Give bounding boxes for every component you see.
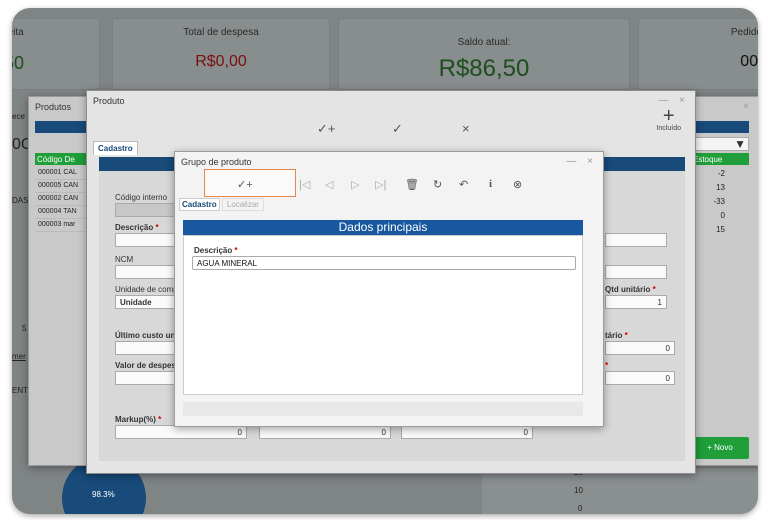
save-and-new-icon[interactable]: ✓+ [317,121,335,137]
saldo-card: Saldo atual: R$86,50 [338,18,630,90]
despesa-card: Total de despesa R$0,00 [112,18,330,90]
bg-fragment-ece: ece [12,112,25,121]
col-codigo[interactable]: Código [37,155,62,164]
bottom-strip [183,402,583,416]
incluido-button[interactable]: + Incluído [656,105,681,132]
plus-icon: + [662,105,675,127]
last-record-icon[interactable]: ▷| [375,178,386,191]
dados-principais-panel: Descrição * AGUA MINERAL [183,235,583,395]
unitario-field[interactable]: 0 [605,341,675,355]
descricao-input[interactable]: AGUA MINERAL [192,256,576,270]
qtd-unitario-field[interactable]: 1 [605,295,667,309]
right-select-1[interactable] [605,233,667,247]
dados-principais-header: Dados principais [183,220,583,235]
col-estoque[interactable]: Estoque [689,153,749,165]
estoque-cell: -33 [713,197,725,206]
estoque-cell: 13 [716,183,725,192]
receita-value: ,50 [12,53,25,73]
estoque-cell: 15 [716,225,725,234]
bar-chart-area [482,468,758,514]
axis-tick-0: 0 [578,504,583,513]
grupo-window-title: Grupo de produto [181,157,252,167]
tab-cadastro[interactable]: Cadastro [179,198,220,211]
saldo-label: Saldo atual: [457,37,511,48]
filter-icon[interactable]: ▼ [689,137,749,151]
receita-card: eceita ,50 [12,18,100,90]
grupo-window-controls[interactable]: — × [566,156,597,167]
close-circle-icon[interactable]: ⊗ [513,178,522,191]
bg-fragment-5: 5 [22,324,27,333]
second-required-mark: * [605,361,609,370]
pedidos-label: Pedidos [730,27,758,38]
pedidos-card: Pedidos 005 [638,18,758,90]
next-record-icon[interactable]: ▷ [351,178,359,191]
undo-icon[interactable]: ↶ [459,178,468,191]
previous-record-icon[interactable]: ◁ [325,178,333,191]
codigo-interno-field [115,203,177,217]
saldo-value: R$86,50 [438,55,530,82]
first-record-icon[interactable]: |◁ [299,178,310,191]
right-select-2[interactable] [605,265,667,279]
markup-field[interactable]: 0 [115,425,247,439]
delete-icon[interactable]: 🗑 [405,178,419,191]
estoque-values: -2 13 -33 0 15 [689,167,749,237]
save-and-new-icon[interactable]: ✓+ [237,178,253,191]
receita-label: eceita [12,27,24,38]
cancel-icon[interactable]: × [462,121,470,136]
unitario-label: tário * [605,331,628,340]
estoque-header-bar [689,121,749,133]
descricao-label: Descrição * [115,223,159,232]
incluido-label: Incluído [656,125,681,132]
app-frame: eceita ,50 Total de despesa R$0,00 Saldo… [12,8,758,514]
info-icon[interactable]: i [489,178,492,190]
refresh-icon[interactable]: ↻ [433,178,442,191]
save-icon[interactable]: ✓ [392,121,403,137]
produto-window-title: Produto [93,96,125,106]
pedidos-value: 005 [740,53,758,70]
grupo-produto-window: Grupo de produto — × ✓+ |◁ ◁ ▷ ▷| 🗑 ↻ ↶ … [174,151,604,427]
estoque-cell: 0 [720,211,725,220]
novo-button[interactable]: + Novo [691,437,749,459]
bg-fragment-das: DAS [12,196,29,205]
second-value-field[interactable]: 0 [605,371,675,385]
tab-localizar[interactable]: Localizar [221,198,264,211]
bg-fragment-ent: ENT [12,386,28,395]
ncm-label: NCM [115,255,134,264]
produtos-window-title: Produtos [35,102,72,112]
axis-tick-10: 10 [574,486,583,495]
markup-field-3[interactable]: 0 [401,425,533,439]
grupo-tabs: Cadastro Localizar [179,198,264,211]
qtd-unitario-label: Qtd unitário * [605,285,656,294]
markup-label: Markup(%) * [115,415,162,424]
tab-cadastro[interactable]: Cadastro [93,141,138,155]
codigo-interno-label: Código interno [115,193,168,202]
produtos-close-button[interactable]: × [743,101,753,112]
pie-percentage: 98.3% [92,490,115,499]
markup-field-2[interactable]: 0 [259,425,391,439]
col-descricao[interactable]: De [65,155,75,164]
despesa-value: R$0,00 [195,53,247,70]
bg-fragment-mer: mer [12,352,26,361]
despesa-label: Total de despesa [183,27,259,38]
estoque-cell: -2 [717,169,725,178]
descricao-label: Descrição * [194,246,238,255]
